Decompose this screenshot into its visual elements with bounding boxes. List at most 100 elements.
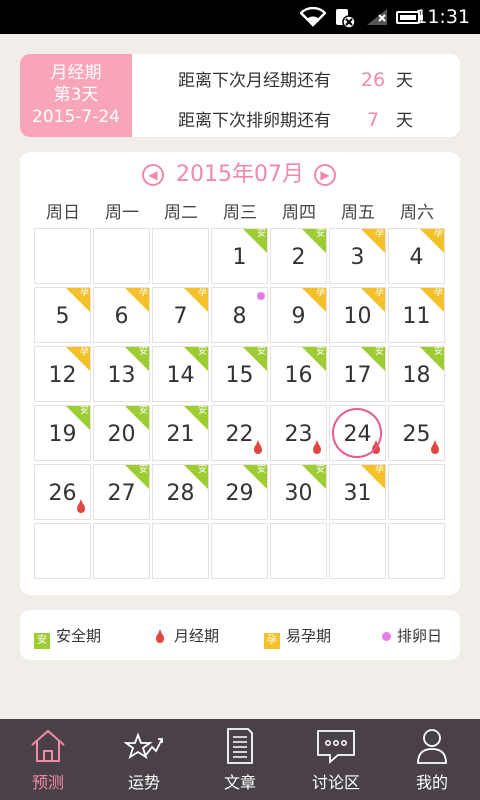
legend-period: 月经期 bbox=[152, 625, 219, 646]
calendar-day-cell[interactable]: 安 14 bbox=[152, 346, 209, 402]
nav-item-fortune[interactable]: 运势 bbox=[96, 719, 192, 800]
calendar-day-cell[interactable]: 孕7 bbox=[152, 287, 209, 343]
document-icon bbox=[227, 728, 253, 764]
tag-label: 安 bbox=[138, 347, 148, 357]
calendar-empty-cell bbox=[329, 523, 386, 579]
calendar-empty-cell bbox=[388, 464, 445, 520]
calendar-day-cell[interactable]: 安 21 bbox=[152, 405, 209, 461]
day-number: 29 bbox=[225, 481, 254, 506]
calendar-day-cell[interactable]: 孕3 bbox=[329, 228, 386, 284]
next-period-label: 距离下次月经期还有 bbox=[178, 71, 331, 91]
person-icon bbox=[417, 729, 447, 764]
day-number: 30 bbox=[284, 481, 313, 506]
nav-label: 讨论区 bbox=[311, 773, 360, 792]
blood-drop-icon bbox=[156, 629, 164, 643]
tag-label: 安 bbox=[197, 465, 207, 475]
calendar-empty-cell bbox=[34, 228, 91, 284]
calendar-day-cell[interactable]: 26 bbox=[34, 464, 91, 520]
weekday-label: 周二 bbox=[164, 203, 198, 223]
day-number: 20 bbox=[107, 422, 136, 447]
tag-label: 安 bbox=[315, 229, 325, 239]
nav-label: 文章 bbox=[223, 773, 256, 792]
nav-item-articles[interactable]: 文章 bbox=[192, 719, 288, 800]
day-number: 12 bbox=[48, 363, 77, 388]
legend-fertile: 孕易孕期 bbox=[264, 625, 331, 649]
calendar-day-cell[interactable]: 孕6 bbox=[93, 287, 150, 343]
tag-label: 安 bbox=[256, 229, 266, 239]
calendar-day-cell[interactable]: 孕 12 bbox=[34, 346, 91, 402]
safe-swatch-icon: 安 bbox=[34, 633, 50, 649]
nav-label: 我的 bbox=[415, 773, 448, 792]
tag-label: 孕 bbox=[197, 288, 207, 298]
current-phase-box[interactable]: 月经期 第3天 2015-7-24 bbox=[20, 54, 132, 137]
house-icon bbox=[31, 729, 65, 762]
day-number: 18 bbox=[402, 363, 431, 388]
day-unit: 天 bbox=[396, 111, 413, 131]
cycle-info-card: 月经期 第3天 2015-7-24 距离下次月经期还有 26 天 距离下次排卵期还有… bbox=[20, 54, 460, 137]
next-period-days: 26 bbox=[360, 69, 386, 91]
day-number: 21 bbox=[166, 422, 195, 447]
calendar-day-cell[interactable]: 安 30 bbox=[270, 464, 327, 520]
calendar-empty-cell bbox=[211, 523, 268, 579]
weekday-label: 周四 bbox=[282, 203, 316, 223]
nav-item-mine[interactable]: 我的 bbox=[384, 719, 480, 800]
calendar-day-cell[interactable]: 23 bbox=[270, 405, 327, 461]
calendar-day-cell[interactable]: 安 29 bbox=[211, 464, 268, 520]
month-title: 2015年07月 bbox=[176, 162, 304, 187]
legend-ovulation: 排卵日 bbox=[382, 625, 442, 646]
day-number: 9 bbox=[291, 304, 306, 329]
calendar-grid: 安 1 安 2 孕 3 孕 4 孕 5 孕 6 孕 7 8 孕 9 孕 10 孕 11 孕 12 安 13 安 14 安 15 安 16 安 1… bbox=[34, 228, 448, 582]
weekday-label: 周一 bbox=[105, 203, 139, 223]
day-number: 6 bbox=[114, 304, 129, 329]
calendar-day-cell[interactable]: 安 20 bbox=[93, 405, 150, 461]
legend-ovulation-label: 排卵日 bbox=[397, 627, 443, 645]
calendar-day-cell[interactable]: 安1 bbox=[211, 228, 268, 284]
calendar-day-cell[interactable]: 安 17 bbox=[329, 346, 386, 402]
status-bar: 11:31 bbox=[0, 0, 480, 34]
nav-label: 预测 bbox=[31, 773, 64, 792]
calendar-day-cell[interactable]: 孕5 bbox=[34, 287, 91, 343]
calendar-day-cell[interactable]: 安 16 bbox=[270, 346, 327, 402]
calendar-empty-cell bbox=[152, 523, 209, 579]
chevron-right-icon[interactable]: ▶ bbox=[314, 164, 336, 186]
calendar-day-cell[interactable]: 安 18 bbox=[388, 346, 445, 402]
tag-label: 安 bbox=[256, 347, 266, 357]
calendar-day-cell[interactable]: 孕9 bbox=[270, 287, 327, 343]
calendar-day-cell[interactable]: 孕 10 bbox=[329, 287, 386, 343]
calendar-day-cell[interactable]: 安 13 bbox=[93, 346, 150, 402]
star-chart-icon bbox=[124, 732, 163, 760]
tag-label: 孕 bbox=[138, 288, 148, 298]
calendar-day-cell[interactable]: 24 bbox=[329, 405, 386, 461]
wifi-icon bbox=[300, 7, 326, 27]
nav-item-predict[interactable]: 预测 bbox=[0, 719, 96, 800]
calendar-day-cell[interactable]: 安 15 bbox=[211, 346, 268, 402]
calendar-day-cell[interactable]: 孕4 bbox=[388, 228, 445, 284]
calendar-day-cell[interactable]: 孕 11 bbox=[388, 287, 445, 343]
blood-drop-icon bbox=[313, 440, 321, 454]
day-number: 5 bbox=[55, 304, 70, 329]
tag-label: 孕 bbox=[374, 465, 384, 475]
signal-icon bbox=[367, 9, 387, 25]
weekday-label: 周日 bbox=[46, 203, 80, 223]
calendar-day-cell[interactable]: 安 28 bbox=[152, 464, 209, 520]
sim-blocked-icon bbox=[336, 9, 356, 29]
chevron-left-icon[interactable]: ◀ bbox=[142, 164, 164, 186]
calendar-empty-cell bbox=[93, 228, 150, 284]
chat-bubble-icon bbox=[317, 730, 355, 764]
fertile-swatch-icon: 孕 bbox=[264, 633, 280, 649]
nav-item-forum[interactable]: 讨论区 bbox=[288, 719, 384, 800]
month-navigation: ◀ 2015年07月 ▶ bbox=[20, 160, 460, 192]
next-ovulation-label: 距离下次排卵期还有 bbox=[178, 111, 331, 131]
weekday-label: 周六 bbox=[400, 203, 434, 223]
calendar-day-cell[interactable]: 安 19 bbox=[34, 405, 91, 461]
calendar-day-cell[interactable]: 8 bbox=[211, 287, 268, 343]
calendar-day-cell[interactable]: 安2 bbox=[270, 228, 327, 284]
calendar-day-cell[interactable]: 孕 31 bbox=[329, 464, 386, 520]
tag-label: 安 bbox=[197, 347, 207, 357]
phase-day: 第3天 bbox=[53, 85, 99, 105]
day-number: 11 bbox=[402, 304, 431, 329]
calendar-day-cell[interactable]: 25 bbox=[388, 405, 445, 461]
calendar-day-cell[interactable]: 安 27 bbox=[93, 464, 150, 520]
legend-fertile-label: 易孕期 bbox=[286, 627, 332, 645]
calendar-day-cell[interactable]: 22 bbox=[211, 405, 268, 461]
